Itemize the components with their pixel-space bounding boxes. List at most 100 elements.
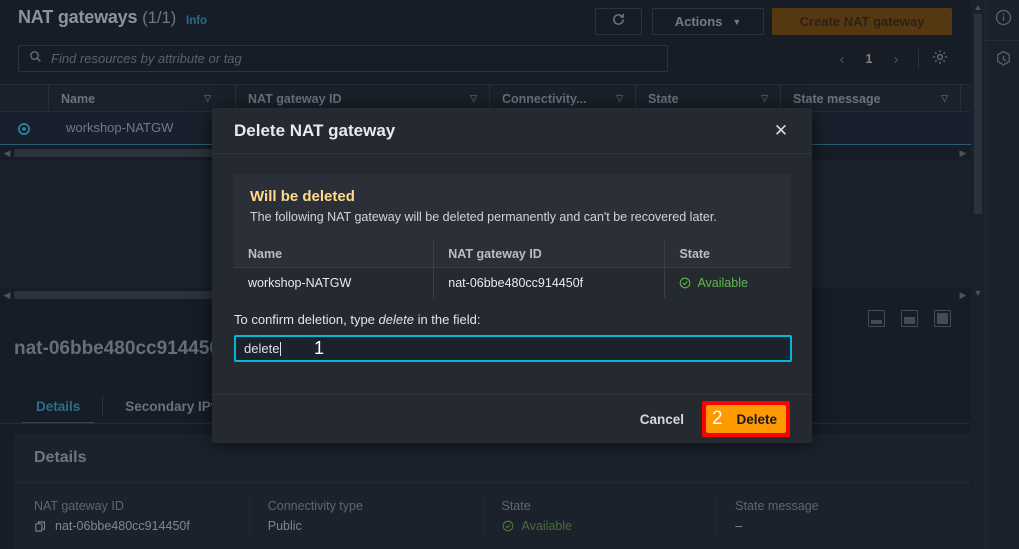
detail-value: nat-06bbe480cc914450f bbox=[34, 519, 249, 533]
tab-details[interactable]: Details bbox=[14, 388, 102, 424]
annotation-highlight-box: Delete 2 bbox=[702, 401, 790, 437]
row-radio-selected[interactable] bbox=[18, 123, 30, 135]
column-header-connectivity-label: Connectivity... bbox=[502, 91, 587, 106]
annotation-step-1: 1 bbox=[314, 338, 325, 358]
detail-value-text: – bbox=[735, 519, 743, 533]
modal-table-header: Name NAT gateway ID State bbox=[234, 239, 790, 268]
refresh-icon bbox=[611, 12, 626, 32]
modal-cell-name: workshop-NATGW bbox=[248, 276, 352, 290]
modal-cell-state: Available bbox=[664, 268, 790, 298]
delete-button-label: Delete bbox=[736, 411, 777, 427]
info-link[interactable]: Info bbox=[186, 15, 207, 27]
hexagon-shield-icon bbox=[995, 50, 1012, 72]
right-rail bbox=[985, 0, 1019, 549]
create-nat-gateway-button[interactable]: Create NAT gateway bbox=[772, 8, 952, 35]
search-input[interactable]: Find resources by attribute or tag bbox=[18, 45, 668, 72]
detail-value-text: nat-06bbe480cc914450f bbox=[55, 519, 190, 533]
vscroll-thumb[interactable] bbox=[974, 14, 982, 214]
modal-footer: Cancel Delete 2 bbox=[212, 394, 812, 443]
text-cursor bbox=[280, 341, 282, 356]
panel-large-icon[interactable] bbox=[934, 310, 951, 327]
detail-label: State message bbox=[735, 499, 819, 513]
details-card: Details NAT gateway ID nat-06bbe480cc914… bbox=[14, 434, 970, 549]
delete-nat-gateway-modal: Delete NAT gateway ✕ Will be deleted The… bbox=[212, 108, 812, 443]
hscroll-left-arrow[interactable]: ◀ bbox=[2, 148, 12, 158]
info-circle-icon bbox=[995, 9, 1012, 31]
table-settings-button[interactable] bbox=[929, 48, 951, 70]
column-header-name-label: Name bbox=[61, 91, 96, 106]
modal-table: Name NAT gateway ID State workshop-NATGW… bbox=[234, 239, 790, 298]
modal-table-row: workshop-NATGW nat-06bbe480cc914450f Ava… bbox=[234, 268, 790, 298]
detail-title: nat-06bbe480cc914450 bbox=[14, 338, 220, 359]
detail-label: State bbox=[501, 499, 531, 513]
create-nat-gateway-label: Create NAT gateway bbox=[799, 14, 925, 29]
chevron-down-icon: ▼ bbox=[732, 16, 742, 27]
check-circle-icon bbox=[502, 520, 514, 532]
details-grid: NAT gateway ID nat-06bbe480cc914450f Con… bbox=[14, 483, 970, 533]
confirm-input-wrapper: delete 1 bbox=[234, 335, 792, 362]
annotation-step-2: 2 bbox=[712, 408, 723, 429]
modal-column-nat-gateway-id: NAT gateway ID bbox=[433, 239, 664, 268]
alert-text: The following NAT gateway will be delete… bbox=[250, 210, 717, 224]
cancel-button[interactable]: Cancel bbox=[622, 412, 702, 427]
vscroll-up-arrow[interactable]: ▲ bbox=[973, 2, 983, 12]
detail-value-text: Public bbox=[267, 519, 302, 533]
detail-value: Available bbox=[502, 519, 717, 533]
confirm-instruction-after: in the field: bbox=[413, 312, 481, 327]
column-header-state-label: State bbox=[648, 91, 679, 106]
close-icon[interactable]: ✕ bbox=[770, 120, 792, 142]
app-root: NAT gateways (1/1) Info Actions ▼ Create… bbox=[0, 0, 1019, 549]
panel-small-icon[interactable] bbox=[868, 310, 885, 327]
pagination-prev-button[interactable]: ‹ bbox=[830, 47, 854, 71]
modal-column-state: State bbox=[664, 239, 790, 268]
gear-icon bbox=[932, 49, 948, 70]
confirm-input-value: delete bbox=[244, 341, 280, 356]
sort-icon: ▽ bbox=[204, 93, 211, 103]
tab-details-label: Details bbox=[36, 398, 81, 414]
panel-size-controls bbox=[868, 310, 951, 327]
page-vertical-scrollbar[interactable]: ▲ ▼ bbox=[971, 0, 985, 549]
detail-field-state: State Available bbox=[482, 499, 717, 533]
rail-shield-button[interactable] bbox=[986, 41, 1019, 81]
rail-info-button[interactable] bbox=[986, 0, 1019, 40]
sort-icon: ▽ bbox=[761, 93, 768, 103]
modal-header: Delete NAT gateway ✕ bbox=[212, 108, 812, 154]
sort-icon: ▽ bbox=[941, 93, 948, 103]
page-title: NAT gateways (1/1) bbox=[18, 7, 176, 28]
actions-dropdown-button[interactable]: Actions ▼ bbox=[652, 8, 764, 35]
confirm-instruction: To confirm deletion, type delete in the … bbox=[234, 312, 790, 327]
filter-row: Find resources by attribute or tag ‹ 1 › bbox=[0, 40, 985, 76]
copy-icon[interactable] bbox=[34, 520, 47, 533]
panel-medium-icon[interactable] bbox=[901, 310, 918, 327]
sort-icon: ▽ bbox=[616, 93, 623, 103]
detail-field-nat-gateway-id: NAT gateway ID nat-06bbe480cc914450f bbox=[34, 499, 249, 533]
detail-field-state-message: State message – bbox=[716, 499, 950, 533]
refresh-button[interactable] bbox=[595, 8, 642, 35]
pagination: ‹ 1 › bbox=[830, 47, 951, 71]
will-be-deleted-alert: Will be deleted The following NAT gatewa… bbox=[234, 174, 790, 240]
alert-title: Will be deleted bbox=[250, 188, 355, 205]
midscroll-right-arrow[interactable]: ▶ bbox=[958, 290, 968, 300]
check-circle-icon bbox=[679, 277, 691, 289]
modal-cell-nat-gateway-id: nat-06bbe480cc914450f bbox=[433, 268, 664, 298]
hscroll-right-arrow[interactable]: ▶ bbox=[958, 148, 968, 158]
tab-secondary-ipv-label: Secondary IPv bbox=[125, 398, 219, 414]
cell-name: workshop-NATGW bbox=[66, 120, 174, 135]
modal-title: Delete NAT gateway bbox=[234, 120, 396, 140]
pagination-page-number[interactable]: 1 bbox=[857, 52, 881, 66]
column-header-nat-gateway-id-label: NAT gateway ID bbox=[248, 91, 342, 106]
modal-body: Will be deleted The following NAT gatewa… bbox=[212, 154, 812, 362]
midscroll-left-arrow[interactable]: ◀ bbox=[2, 290, 12, 300]
confirm-instruction-before: To confirm deletion, type bbox=[234, 312, 379, 327]
vscroll-down-arrow[interactable]: ▼ bbox=[973, 288, 983, 298]
detail-label: NAT gateway ID bbox=[34, 499, 124, 513]
search-placeholder: Find resources by attribute or tag bbox=[51, 51, 242, 66]
column-header-name[interactable]: Name ▽ bbox=[48, 85, 223, 112]
confirm-instruction-keyword: delete bbox=[378, 312, 414, 327]
detail-label: Connectivity type bbox=[267, 499, 363, 513]
actions-label: Actions bbox=[674, 14, 723, 29]
detail-value-text: Available bbox=[521, 519, 573, 533]
page-title-count: (1/1) bbox=[142, 8, 177, 27]
pagination-next-button[interactable]: › bbox=[884, 47, 908, 71]
detail-field-connectivity-type: Connectivity type Public bbox=[248, 499, 483, 533]
